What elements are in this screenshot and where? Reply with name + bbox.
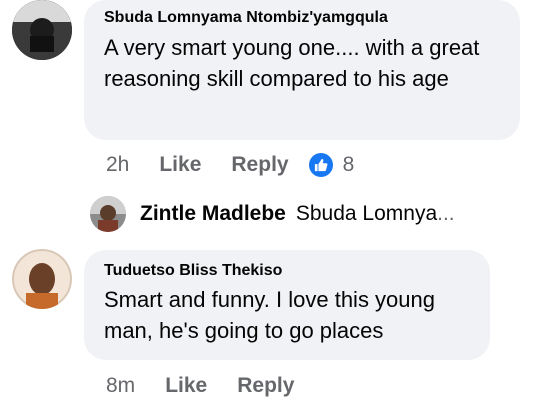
avatar-image — [90, 196, 126, 232]
comment-author[interactable]: Sbuda Lomnyama Ntombiz'yamgqula — [104, 9, 500, 27]
reply-ellipsis: ... — [437, 202, 455, 225]
like-button[interactable]: Like — [159, 153, 201, 177]
like-button[interactable]: Like — [165, 374, 207, 398]
comment-author[interactable]: Tuduetso Bliss Thekiso — [104, 262, 470, 280]
avatar[interactable] — [12, 249, 72, 309]
reply-button[interactable]: Reply — [231, 153, 288, 177]
comment-time[interactable]: 8m — [106, 374, 135, 398]
comment-time[interactable]: 2h — [106, 153, 129, 177]
reply-button[interactable]: Reply — [237, 374, 294, 398]
comment-text: Smart and funny. I love this young man, … — [104, 287, 435, 343]
thumbs-up-icon[interactable] — [308, 153, 333, 177]
comment-actions: 8m Like Reply — [106, 374, 294, 398]
reply-author[interactable]: Zintle Madlebe — [140, 202, 286, 226]
reply-preview[interactable]: Zintle Madlebe Sbuda Lomnya... — [90, 196, 455, 232]
comment-bubble: Tuduetso Bliss Thekiso Smart and funny. … — [84, 250, 490, 360]
avatar-image — [12, 0, 72, 60]
reaction-count[interactable]: 8 — [343, 153, 355, 177]
comment-bubble: Sbuda Lomnyama Ntombiz'yamgqula A very s… — [84, 0, 520, 140]
comment-actions: 2h Like Reply 8 — [106, 153, 354, 177]
avatar-image — [12, 249, 72, 309]
avatar[interactable] — [12, 0, 72, 60]
comment-text: A very smart young one.... with a great … — [104, 35, 480, 91]
avatar — [90, 196, 126, 232]
reply-preview-text: Sbuda Lomnya — [295, 202, 438, 225]
